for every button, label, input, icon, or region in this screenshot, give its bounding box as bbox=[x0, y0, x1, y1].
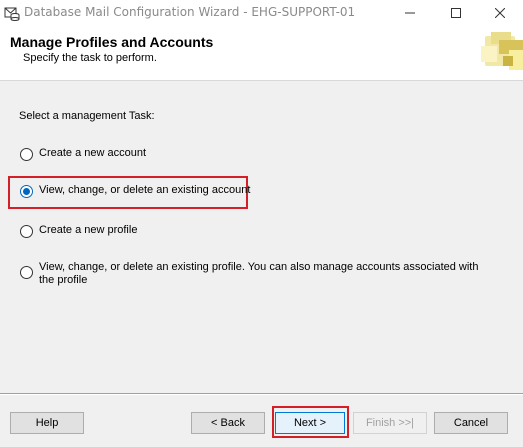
finish-button[interactable]: Finish >>| bbox=[353, 412, 427, 434]
option-label: Create a new account bbox=[39, 147, 147, 159]
radio-edit-account[interactable] bbox=[20, 185, 33, 198]
database-mail-icon bbox=[4, 7, 20, 21]
option-label: View, change, or delete an existing prof… bbox=[39, 261, 479, 286]
option-edit-profile[interactable]: View, change, or delete an existing prof… bbox=[20, 261, 490, 287]
next-button[interactable]: Next > bbox=[275, 412, 345, 434]
cancel-button[interactable]: Cancel bbox=[434, 412, 508, 434]
page-title: Manage Profiles and Accounts bbox=[10, 34, 214, 50]
page-subtitle: Specify the task to perform. bbox=[23, 52, 157, 64]
option-label: Create a new profile bbox=[39, 224, 138, 236]
radio-create-account[interactable] bbox=[20, 148, 33, 161]
option-edit-account[interactable]: View, change, or delete an existing acco… bbox=[20, 184, 250, 198]
radio-edit-profile[interactable] bbox=[20, 266, 33, 279]
title-bar: Database Mail Configuration Wizard - EHG… bbox=[0, 0, 523, 25]
option-label: View, change, or delete an existing acco… bbox=[39, 184, 251, 196]
option-create-account[interactable]: Create a new account bbox=[20, 147, 146, 161]
task-label: Select a management Task: bbox=[19, 110, 155, 122]
radio-create-profile[interactable] bbox=[20, 225, 33, 238]
close-button[interactable] bbox=[477, 0, 523, 25]
option-create-profile[interactable]: Create a new profile bbox=[20, 224, 137, 238]
wizard-header: Manage Profiles and Accounts Specify the… bbox=[0, 25, 523, 81]
minimize-icon bbox=[405, 12, 415, 13]
help-button[interactable]: Help bbox=[10, 412, 84, 434]
footer-separator-highlight bbox=[0, 394, 523, 395]
wizard-banner-icon bbox=[481, 32, 523, 70]
maximize-button[interactable] bbox=[433, 0, 479, 25]
back-button[interactable]: < Back bbox=[191, 412, 265, 434]
maximize-icon bbox=[451, 7, 461, 18]
close-icon bbox=[495, 7, 505, 18]
window-title: Database Mail Configuration Wizard - EHG… bbox=[24, 5, 356, 19]
minimize-button[interactable] bbox=[387, 0, 433, 25]
